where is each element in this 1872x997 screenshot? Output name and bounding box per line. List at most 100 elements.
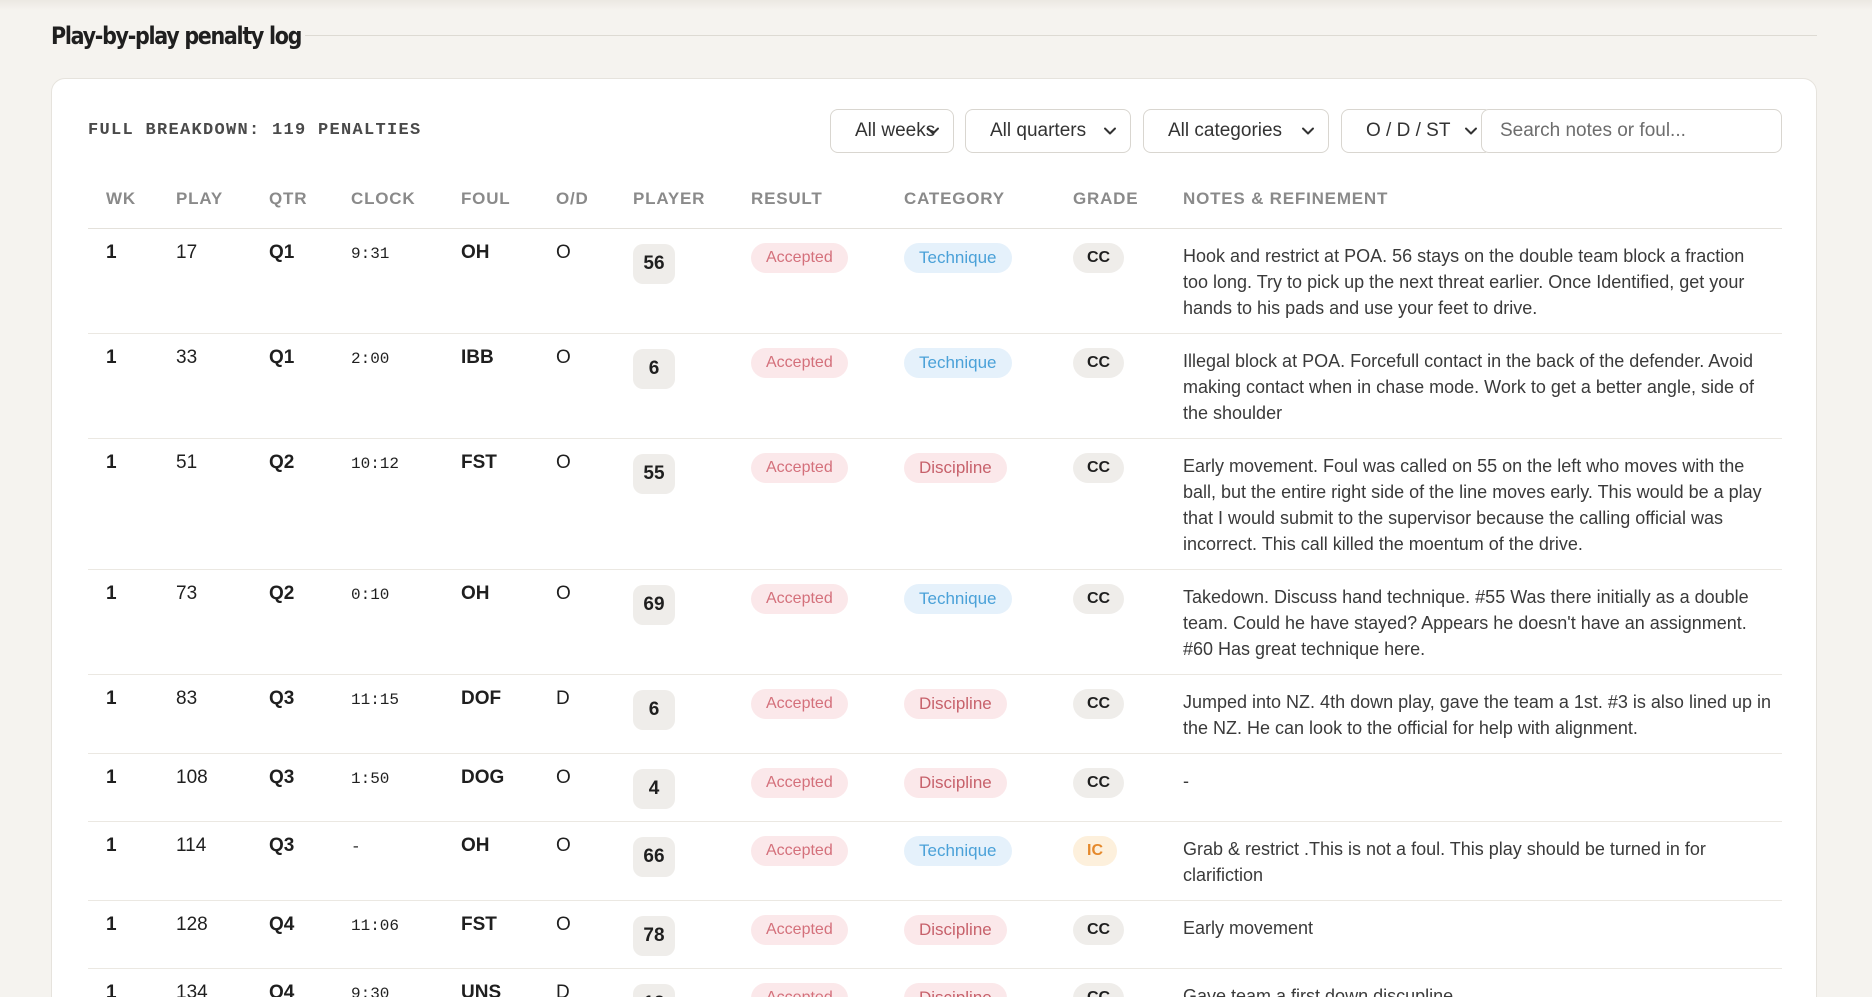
cell-player: 12 <box>633 968 751 997</box>
section-divider <box>305 35 1817 36</box>
chevron-down-icon <box>1302 127 1314 135</box>
cell-player: 6 <box>633 674 751 754</box>
grade-badge: IC <box>1073 835 1117 866</box>
col-header-foul[interactable]: FOUL <box>461 170 556 229</box>
cell-category: Discipline <box>904 968 1073 997</box>
col-header-qtr[interactable]: QTR <box>269 170 351 229</box>
col-header-play[interactable]: PLAY <box>176 170 269 229</box>
result-badge: Accepted <box>751 347 848 378</box>
cell-player: 4 <box>633 753 751 822</box>
cell-category: Discipline <box>904 753 1073 822</box>
categories-filter[interactable]: All categories <box>1143 109 1329 153</box>
cell-quarter: Q3 <box>269 674 351 754</box>
player-badge: 78 <box>633 915 675 956</box>
cell-clock: 11:15 <box>351 674 461 754</box>
cell-category: Technique <box>904 569 1073 675</box>
cell-result: Accepted <box>751 753 904 822</box>
chevron-down-icon <box>1465 127 1477 135</box>
cell-grade: IC <box>1073 821 1183 901</box>
table-row[interactable]: 1 51 Q2 10:12 FST O 55 Accepted Discipline CC Earl… <box>88 438 1782 570</box>
cell-player: 55 <box>633 438 751 570</box>
grade-badge: CC <box>1073 688 1125 719</box>
col-header-grade[interactable]: GRADE <box>1073 170 1183 229</box>
top-shadow <box>0 0 1872 10</box>
section-header: Play-by-play penalty log <box>51 18 1817 54</box>
weeks-filter[interactable]: All weeks <box>830 109 954 153</box>
category-badge: Discipline <box>904 914 1007 945</box>
cell-play: 17 <box>176 228 269 334</box>
cell-grade: CC <box>1073 438 1183 570</box>
table-row[interactable]: 1 83 Q3 11:15 DOF D 6 Accepted Discipline CC Jumpe… <box>88 674 1782 754</box>
table-row[interactable]: 1134Q49:30UNSD12 Accepted Discipline CC Gave… <box>88 968 1782 997</box>
player-badge: 69 <box>633 584 675 625</box>
cell-category: Technique <box>904 821 1073 901</box>
cell-unit: D <box>556 968 633 997</box>
weeks-filter-value: All weeks <box>855 120 936 141</box>
cell-foul: OH <box>461 569 556 675</box>
cell-unit: D <box>556 674 633 754</box>
col-header-notes[interactable]: NOTES & REFINEMENT <box>1183 170 1782 229</box>
cell-unit: O <box>556 569 633 675</box>
col-header-category[interactable]: CATEGORY <box>904 170 1073 229</box>
cell-clock: 2:00 <box>351 333 461 439</box>
cell-notes: Illegal block at POA. Forcefull contact … <box>1183 333 1782 439</box>
cell-week: 1 <box>88 333 176 439</box>
cell-foul: DOF <box>461 674 556 754</box>
cell-foul: UNS <box>461 968 556 997</box>
grade-badge: CC <box>1073 982 1125 997</box>
col-header-od[interactable]: O/D <box>556 170 633 229</box>
unit-filter[interactable]: O / D / ST <box>1341 109 1492 153</box>
result-badge: Accepted <box>751 914 848 945</box>
player-badge: 6 <box>633 689 675 730</box>
cell-grade: CC <box>1073 569 1183 675</box>
table-row[interactable]: 1 128 Q4 11:06 FST O 78 Accepted Discipline CC Ear… <box>88 900 1782 969</box>
col-header-result[interactable]: RESULT <box>751 170 904 229</box>
cell-unit: O <box>556 753 633 822</box>
table-row[interactable]: 1 73 Q2 0:10 OH O 69 Accepted Technique CC Takedow… <box>88 569 1782 675</box>
col-header-clock[interactable]: CLOCK <box>351 170 461 229</box>
cell-foul: FST <box>461 438 556 570</box>
cell-play: 83 <box>176 674 269 754</box>
grade-badge: CC <box>1073 452 1125 483</box>
table-row[interactable]: 1 114 Q3- OH O 66 Accepted Technique IC Grab & re… <box>88 821 1782 901</box>
breakdown-count: FULL BREAKDOWN: 119 PENALTIES <box>88 121 422 140</box>
cell-clock: - <box>351 821 461 901</box>
cell-quarter: Q4 <box>269 968 351 997</box>
col-header-player[interactable]: PLAYER <box>633 170 751 229</box>
table-row[interactable]: 1 33 Q1 2:00 IBB O 6 Accepted Technique CC Illegal… <box>88 333 1782 439</box>
cell-clock: 11:06 <box>351 900 461 969</box>
cell-foul: DOG <box>461 753 556 822</box>
cell-category: Discipline <box>904 674 1073 754</box>
section-title: Play-by-play penalty log <box>51 22 302 50</box>
category-badge: Discipline <box>904 767 1007 798</box>
cell-quarter: Q1 <box>269 333 351 439</box>
grade-badge: CC <box>1073 583 1125 614</box>
cell-week: 1 <box>88 753 176 822</box>
search-input[interactable] <box>1481 109 1782 153</box>
cell-unit: O <box>556 900 633 969</box>
quarters-filter-value: All quarters <box>990 120 1087 141</box>
table-row[interactable]: 1 108 Q3 1:50 DOG O 4 Accepted Discipline CC - <box>88 753 1782 822</box>
cell-result: Accepted <box>751 821 904 901</box>
quarters-filter[interactable]: All quarters <box>965 109 1131 153</box>
cell-unit: O <box>556 333 633 439</box>
col-header-wk[interactable]: WK <box>88 170 176 229</box>
cell-result: Accepted <box>751 968 904 997</box>
cell-foul: IBB <box>461 333 556 439</box>
cell-notes: Hook and restrict at POA. 56 stays on th… <box>1183 228 1782 334</box>
player-badge: 56 <box>633 243 675 284</box>
cell-clock: 10:12 <box>351 438 461 570</box>
cell-result: Accepted <box>751 674 904 754</box>
table-body: 1 17 Q1 9:31 OH O 56 Accepted Technique CC Hook an… <box>88 228 1782 997</box>
cell-play: 114 <box>176 821 269 901</box>
cell-play: 33 <box>176 333 269 439</box>
cell-result: Accepted <box>751 438 904 570</box>
cell-player: 6 <box>633 333 751 439</box>
cell-week: 1 <box>88 674 176 754</box>
cell-notes: Jumped into NZ. 4th down play, gave the … <box>1183 674 1782 754</box>
cell-unit: O <box>556 821 633 901</box>
cell-play: 128 <box>176 900 269 969</box>
cell-play: 108 <box>176 753 269 822</box>
unit-filter-value: O / D / ST <box>1366 120 1451 141</box>
table-row[interactable]: 1 17 Q1 9:31 OH O 56 Accepted Technique CC Hook an… <box>88 228 1782 334</box>
